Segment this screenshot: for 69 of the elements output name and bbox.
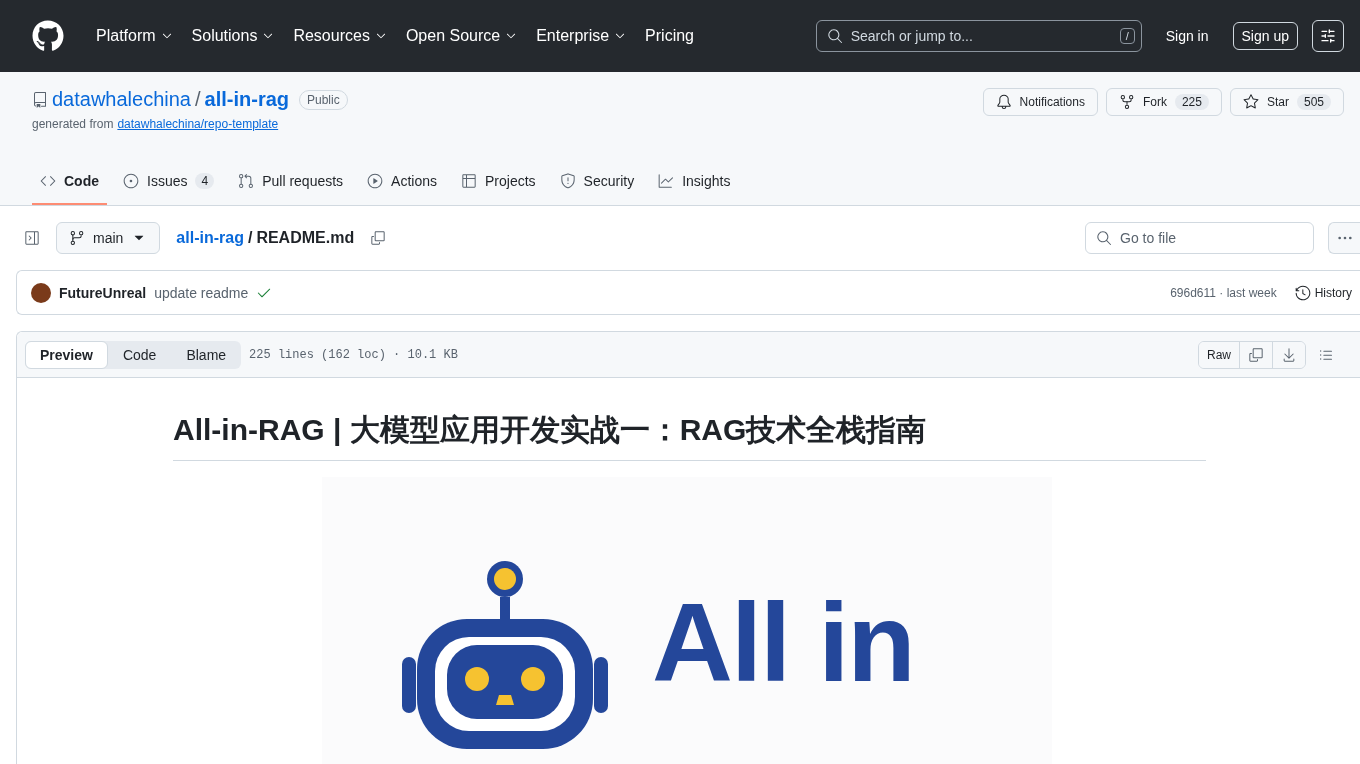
branch-icon: [69, 230, 85, 246]
history-link[interactable]: History: [1294, 284, 1352, 301]
issues-icon: [123, 173, 139, 189]
view-mode-tab[interactable]: Code: [107, 340, 172, 369]
nav-menu-item[interactable]: Pricing: [637, 21, 702, 51]
insights-icon: [658, 173, 675, 189]
repo-tab[interactable]: Code: [32, 161, 107, 205]
menu-icon: [1320, 28, 1336, 44]
nav-menu-item[interactable]: Open Source: [397, 21, 527, 51]
field-placeholder: Go to file: [1120, 230, 1177, 246]
view-mode-tab[interactable]: Blame: [171, 340, 242, 369]
branch-button[interactable]: main: [56, 222, 161, 254]
search-placeholder: Search or jump to...: [850, 28, 973, 44]
sidebar-icon: [24, 230, 40, 246]
sign-up-button[interactable]: Sign up: [1232, 22, 1298, 50]
code-icon: [40, 173, 56, 189]
avatar: [31, 282, 51, 303]
projects-icon: [461, 173, 477, 189]
copy-icon: [1248, 346, 1264, 363]
go-to-file-field[interactable]: Go to file: [1085, 222, 1314, 254]
menu-button[interactable]: [1312, 20, 1344, 52]
path-separator: /: [195, 88, 201, 111]
counter: 505: [1296, 94, 1331, 110]
search-icon: [1096, 230, 1112, 246]
view-mode-tab[interactable]: Preview: [25, 340, 108, 369]
logo-text: All in: [652, 587, 914, 699]
template-link[interactable]: datawhalechina/repo-template: [117, 117, 279, 131]
star-button[interactable]: Star 505: [1229, 88, 1344, 116]
sign-in-link[interactable]: Sign in: [1157, 22, 1217, 50]
repo-tab[interactable]: Actions: [359, 161, 445, 205]
search-field[interactable]: Search or jump to... /: [815, 20, 1142, 52]
commit-message-link[interactable]: update readme: [154, 284, 249, 301]
owner-link[interactable]: datawhalechina: [52, 88, 191, 111]
commit-meta: 696d611 · last week: [1170, 285, 1277, 300]
shortcut-key: /: [1119, 28, 1135, 44]
repo-tab[interactable]: Security: [551, 161, 643, 205]
repo-icon: [32, 91, 48, 108]
repo-name-link[interactable]: all-in-rag: [204, 88, 289, 111]
search-icon: [826, 28, 843, 44]
repo-tab[interactable]: Issues 4: [115, 161, 223, 205]
counter: 4: [195, 173, 215, 189]
file-name: README.md: [256, 229, 355, 247]
actions-icon: [367, 173, 384, 189]
repo-tab[interactable]: Insights: [650, 161, 739, 205]
nav-menu-item[interactable]: Enterprise: [528, 21, 636, 51]
download-button[interactable]: [1272, 341, 1305, 368]
generated-from-text: generated from: [32, 117, 114, 131]
download-icon: [1281, 346, 1297, 363]
repo-tab[interactable]: Pull requests: [230, 161, 352, 205]
bell-icon: [995, 94, 1012, 110]
star-icon: [1242, 94, 1259, 110]
repo-tab[interactable]: Projects: [453, 161, 544, 205]
fork-button[interactable]: Fork 225: [1105, 88, 1222, 116]
github-logo-icon[interactable]: [32, 20, 64, 52]
security-icon: [559, 173, 576, 189]
author-link[interactable]: FutureUnreal: [59, 284, 147, 301]
breadcrumb-link[interactable]: all-in-rag: [176, 229, 244, 247]
history-icon: [1294, 284, 1311, 301]
copy-icon: [370, 230, 387, 246]
notifications-button[interactable]: Notifications: [982, 88, 1098, 116]
nav-menu-item[interactable]: Resources: [285, 21, 396, 51]
fork-icon: [1118, 94, 1135, 110]
file-info: 225 lines (162 loc) · 10.1 KB: [249, 347, 458, 362]
counter: 225: [1174, 94, 1209, 110]
pulls-icon: [238, 173, 255, 189]
readme-title: All-in-RAG | 大模型应用开发实战一：RAG技术全栈指南: [173, 410, 1206, 461]
nav-menu-item[interactable]: Platform: [88, 21, 182, 51]
path-separator: /: [247, 229, 253, 247]
nav-menu-item[interactable]: Solutions: [183, 21, 284, 51]
